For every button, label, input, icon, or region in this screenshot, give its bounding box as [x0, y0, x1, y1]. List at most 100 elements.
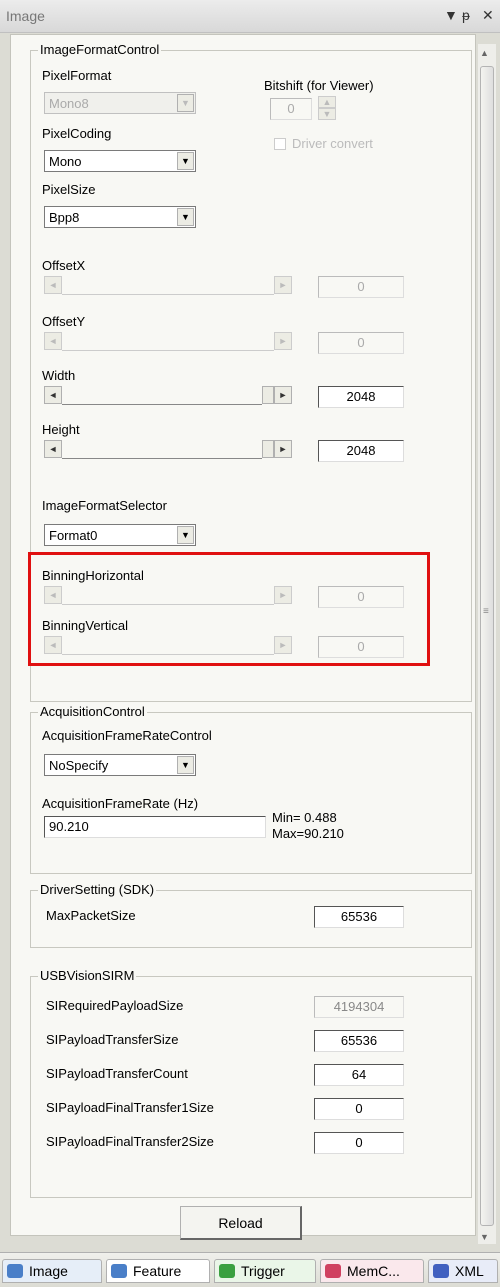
tab-label: Trigger: [241, 1263, 285, 1279]
frame-rate-control-value: NoSpecify: [49, 758, 109, 773]
offset-y-label: OffsetY: [42, 314, 86, 329]
height-label: Height: [42, 422, 80, 437]
slider-left-icon[interactable]: ◄: [44, 636, 62, 654]
sirm-row-label: SIPayloadFinalTransfer2Size: [46, 1134, 214, 1149]
frame-rate-control-label: AcquisitionFrameRateControl: [42, 728, 212, 743]
pin-icon[interactable]: ᵽ: [462, 7, 470, 23]
max-packet-size-label: MaxPacketSize: [46, 908, 136, 923]
frame-rate-min: Min= 0.488: [272, 810, 337, 825]
chevron-down-icon: ▼: [177, 152, 194, 170]
sirm-row-label: SIPayloadFinalTransfer1Size: [46, 1100, 214, 1115]
sirm-row-field[interactable]: 0: [314, 1098, 404, 1120]
offset-x-slider[interactable]: [62, 294, 274, 295]
slider-right-icon[interactable]: ►: [274, 386, 292, 404]
pixel-format-label: PixelFormat: [42, 68, 112, 83]
tab-image[interactable]: Image: [2, 1259, 102, 1283]
title-bar: Image ▼ ᵽ ✕: [0, 0, 500, 33]
binning-horizontal-slider[interactable]: [62, 604, 274, 605]
sirm-row-field[interactable]: 64: [314, 1064, 404, 1086]
chevron-down-icon: ▼: [177, 526, 194, 544]
image-format-selector-select[interactable]: Format0 ▼: [44, 524, 196, 546]
slider-right-icon[interactable]: ►: [274, 586, 292, 604]
scroll-up-icon[interactable]: ▲: [480, 48, 489, 58]
dropdown-arrow-icon[interactable]: ▼: [444, 7, 458, 23]
tab-trigger[interactable]: Trigger: [214, 1259, 316, 1283]
max-packet-size-field[interactable]: 65536: [314, 906, 404, 928]
pixel-size-select[interactable]: Bpp8 ▼: [44, 206, 196, 228]
binning-vertical-label: BinningVertical: [42, 618, 128, 633]
frame-rate-control-select[interactable]: NoSpecify ▼: [44, 754, 196, 776]
offset-y-slider[interactable]: [62, 350, 274, 351]
tab-label: Image: [29, 1263, 68, 1279]
spin-down-icon[interactable]: ▼: [318, 108, 336, 120]
driver-convert-label: Driver convert: [292, 136, 373, 151]
pixel-coding-value: Mono: [49, 154, 82, 169]
image-icon: [7, 1264, 23, 1278]
tab-label: Feature: [133, 1263, 182, 1279]
slider-right-icon[interactable]: ►: [274, 636, 292, 654]
driver-convert-checkbox[interactable]: [274, 138, 286, 150]
sirm-row-label: SIRequiredPayloadSize: [46, 998, 184, 1013]
sirm-row-label: SIPayloadTransferCount: [46, 1066, 188, 1081]
sirm-row-field[interactable]: 0: [314, 1132, 404, 1154]
image-format-selector-label: ImageFormatSelector: [42, 498, 167, 513]
offset-y-field[interactable]: 0: [318, 332, 404, 354]
chevron-down-icon: ▼: [177, 208, 194, 226]
slider-right-icon[interactable]: ►: [274, 332, 292, 350]
chevron-down-icon: ▼: [177, 94, 194, 112]
group-legend: ImageFormatControl: [38, 42, 162, 57]
width-slider[interactable]: [62, 404, 262, 405]
pixel-size-value: Bpp8: [49, 210, 80, 225]
bitshift-value[interactable]: 0: [270, 98, 312, 120]
frame-rate-max: Max=90.210: [272, 826, 344, 841]
binning-vertical-slider[interactable]: [62, 654, 274, 655]
tab-label: XML: [455, 1263, 484, 1279]
offset-x-field[interactable]: 0: [318, 276, 404, 298]
slider-thumb[interactable]: [262, 386, 274, 404]
slider-left-icon[interactable]: ◄: [44, 386, 62, 404]
binning-horizontal-field[interactable]: 0: [318, 586, 404, 608]
pixel-coding-label: PixelCoding: [42, 126, 112, 141]
tab-memc[interactable]: MemC...: [320, 1259, 424, 1283]
width-field[interactable]: 2048: [318, 386, 404, 408]
sirm-row-field[interactable]: 65536: [314, 1030, 404, 1052]
frame-rate-field[interactable]: 90.210: [44, 816, 266, 838]
tab-bar: Image Feature Trigger MemC... XML: [0, 1252, 500, 1287]
height-field[interactable]: 2048: [318, 440, 404, 462]
frame-rate-label: AcquisitionFrameRate (Hz): [42, 796, 199, 811]
pixel-format-select[interactable]: Mono8 ▼: [44, 92, 196, 114]
slider-right-icon[interactable]: ►: [274, 276, 292, 294]
binning-vertical-field[interactable]: 0: [318, 636, 404, 658]
reload-button[interactable]: Reload: [180, 1206, 302, 1240]
slider-left-icon[interactable]: ◄: [44, 276, 62, 294]
pixel-format-value: Mono8: [49, 96, 89, 111]
xml-icon: [433, 1264, 449, 1278]
slider-right-icon[interactable]: ►: [274, 440, 292, 458]
close-icon[interactable]: ✕: [482, 7, 494, 24]
slider-left-icon[interactable]: ◄: [44, 586, 62, 604]
group-legend: DriverSetting (SDK): [38, 882, 157, 897]
spin-up-icon[interactable]: ▲: [318, 96, 336, 108]
grip-icon: ≡: [483, 606, 489, 617]
offset-x-label: OffsetX: [42, 258, 86, 273]
bitshift-label: Bitshift (for Viewer): [264, 78, 374, 93]
memc-icon: [325, 1264, 341, 1278]
slider-thumb[interactable]: [262, 440, 274, 458]
scrollbar-thumb[interactable]: [480, 66, 494, 1226]
feature-icon: [111, 1264, 127, 1278]
sirm-row-field[interactable]: 4194304: [314, 996, 404, 1018]
tab-xml[interactable]: XML: [428, 1259, 498, 1283]
width-label: Width: [42, 368, 76, 383]
window-title: Image: [6, 8, 45, 24]
tab-feature[interactable]: Feature: [106, 1259, 210, 1283]
height-slider[interactable]: [62, 458, 262, 459]
scroll-down-icon[interactable]: ▼: [480, 1232, 489, 1242]
image-format-selector-value: Format0: [49, 528, 98, 543]
chevron-down-icon: ▼: [177, 756, 194, 774]
pixel-coding-select[interactable]: Mono ▼: [44, 150, 196, 172]
pixel-size-label: PixelSize: [42, 182, 96, 197]
slider-left-icon[interactable]: ◄: [44, 332, 62, 350]
group-legend: USBVisionSIRM: [38, 968, 137, 983]
slider-left-icon[interactable]: ◄: [44, 440, 62, 458]
sirm-row-label: SIPayloadTransferSize: [46, 1032, 179, 1047]
